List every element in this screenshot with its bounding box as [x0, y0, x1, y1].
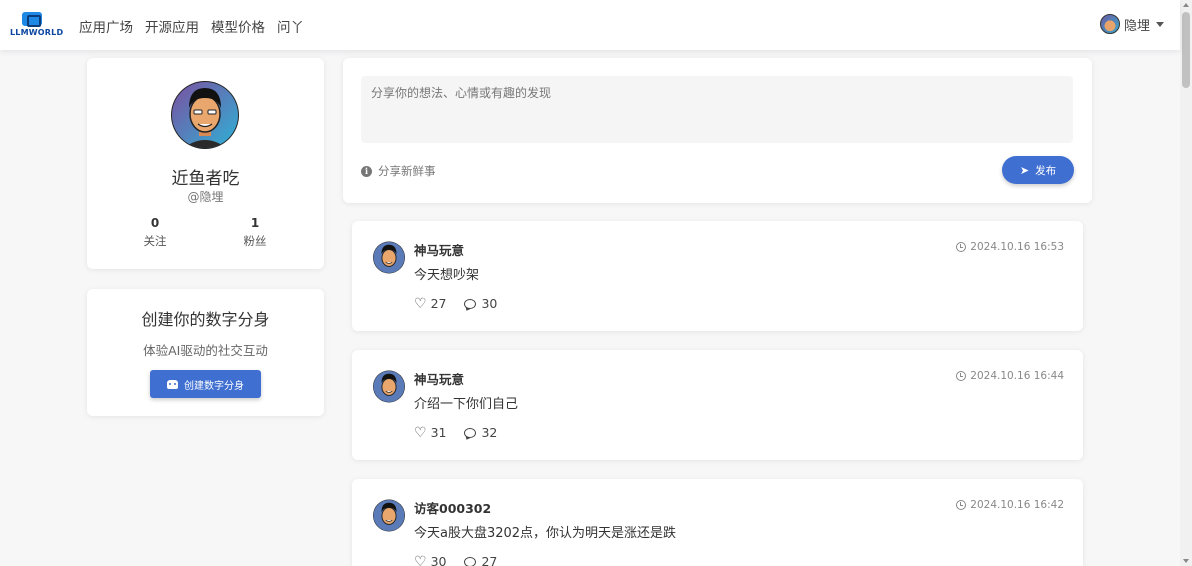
post-actions: ♡ 30 27 — [414, 554, 515, 566]
comment-icon — [464, 298, 477, 309]
composer-hint: i 分享新鲜事 — [361, 163, 436, 179]
clock-icon — [956, 500, 967, 510]
post-time-text: 2024.10.16 16:53 — [970, 241, 1064, 253]
logo-text: LLMWORLD — [10, 28, 64, 37]
paper-plane-icon: ➤ — [1019, 163, 1030, 177]
digital-twin-card: 创建你的数字分身 体验AI驱动的社交互动 创建数字分身 — [87, 289, 324, 416]
comment-icon — [464, 556, 477, 566]
following-label: 关注 — [143, 234, 167, 248]
heart-icon: ♡ — [414, 295, 427, 312]
comment-button[interactable]: 27 — [464, 554, 497, 566]
nav-item-ask[interactable]: 问丫 — [277, 16, 304, 36]
comment-icon — [464, 427, 477, 438]
publish-label: 发布 — [1035, 164, 1057, 177]
caret-down-icon — [1156, 21, 1165, 27]
post-author[interactable]: 访客000302 — [414, 498, 491, 517]
nav-item-open-source-apps[interactable]: 开源应用 — [145, 16, 199, 36]
post-actions: ♡ 31 32 — [414, 425, 515, 440]
user-avatar — [1100, 14, 1120, 34]
publish-button[interactable]: ➤ 发布 — [1002, 156, 1074, 184]
post-composer: i 分享新鲜事 ➤ 发布 — [343, 58, 1092, 203]
following-count: 0 — [150, 216, 160, 230]
info-icon: i — [361, 165, 372, 177]
main-nav: 应用广场 开源应用 模型价格 问丫 — [79, 16, 316, 36]
like-count: 30 — [430, 554, 447, 566]
comment-button[interactable]: 32 — [464, 425, 497, 440]
post-card[interactable]: 访客000302 2024.10.16 16:42 今天a股大盘3202点，你认… — [352, 479, 1083, 566]
scroll-thumb[interactable] — [1182, 12, 1190, 88]
nav-item-app-plaza[interactable]: 应用广场 — [79, 16, 133, 36]
logo-icon — [22, 12, 42, 27]
clock-icon — [956, 242, 967, 252]
post-time-text: 2024.10.16 16:42 — [970, 499, 1064, 511]
post-content: 今天想吵架 — [414, 268, 480, 283]
user-menu[interactable]: 隐埋 — [1100, 14, 1165, 34]
post-card[interactable]: 神马玩意 2024.10.16 16:44 介绍一下你们自己 ♡ 31 32 — [352, 350, 1083, 460]
comment-count: 30 — [481, 296, 498, 311]
page-scrollbar[interactable] — [1180, 0, 1192, 566]
followers-label: 粉丝 — [243, 234, 267, 248]
like-count: 27 — [430, 296, 447, 311]
nav-item-model-pricing[interactable]: 模型价格 — [211, 16, 265, 36]
followers-stat[interactable]: 1 粉丝 — [225, 216, 285, 249]
composer-hint-text: 分享新鲜事 — [378, 164, 436, 178]
clock-icon — [956, 371, 967, 381]
like-button[interactable]: ♡ 30 — [414, 554, 446, 566]
profile-name: 近鱼者吃 — [171, 169, 240, 189]
post-author[interactable]: 神马玩意 — [414, 240, 464, 259]
twin-title: 创建你的数字分身 — [141, 310, 270, 329]
scroll-down-arrow-icon[interactable] — [1183, 559, 1189, 563]
post-input[interactable] — [361, 76, 1073, 143]
post-content: 今天a股大盘3202点，你认为明天是涨还是跌 — [414, 526, 677, 541]
post-card[interactable]: 神马玩意 2024.10.16 16:53 今天想吵架 ♡ 27 30 — [352, 221, 1083, 331]
followers-count: 1 — [250, 216, 260, 230]
create-digital-twin-button[interactable]: 创建数字分身 — [150, 370, 261, 398]
post-author-avatar[interactable] — [373, 240, 405, 274]
post-time: 2024.10.16 16:44 — [956, 370, 1064, 382]
post-content: 介绍一下你们自己 — [414, 397, 519, 412]
comment-count: 32 — [481, 425, 498, 440]
llmworld-logo[interactable]: LLMWORLD — [10, 12, 63, 40]
following-stat[interactable]: 0 关注 — [125, 216, 185, 249]
profile-avatar[interactable] — [171, 78, 239, 150]
post-time: 2024.10.16 16:53 — [956, 241, 1064, 253]
comment-button[interactable]: 30 — [464, 296, 497, 311]
post-actions: ♡ 27 30 — [414, 296, 515, 311]
twin-subtitle: 体验AI驱动的社交互动 — [143, 343, 268, 358]
post-time-text: 2024.10.16 16:44 — [970, 370, 1064, 382]
post-author-avatar[interactable] — [373, 369, 405, 403]
user-name: 隐埋 — [1124, 18, 1151, 34]
like-count: 31 — [430, 425, 447, 440]
heart-icon: ♡ — [414, 553, 427, 566]
profile-card: 近鱼者吃 @隐埋 0 关注 1 粉丝 — [87, 58, 324, 269]
like-button[interactable]: ♡ 31 — [414, 425, 446, 440]
like-button[interactable]: ♡ 27 — [414, 296, 446, 311]
post-author-avatar[interactable] — [373, 498, 405, 532]
post-author[interactable]: 神马玩意 — [414, 369, 464, 388]
post-time: 2024.10.16 16:42 — [956, 499, 1064, 511]
top-navbar: LLMWORLD 应用广场 开源应用 模型价格 问丫 隐埋 — [0, 0, 1180, 50]
robot-icon — [167, 379, 178, 389]
comment-count: 27 — [481, 554, 498, 566]
create-digital-twin-label: 创建数字分身 — [184, 380, 244, 392]
scroll-up-arrow-icon[interactable] — [1183, 3, 1189, 7]
profile-handle: @隐埋 — [187, 190, 224, 204]
heart-icon: ♡ — [414, 424, 427, 441]
